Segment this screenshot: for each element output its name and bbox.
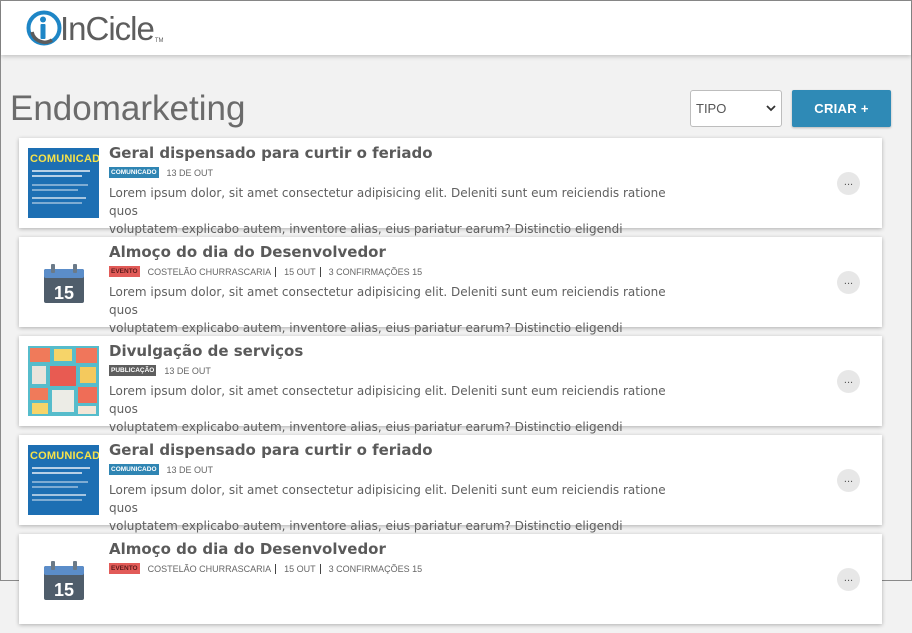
event-confirmations: 3 CONFIRMAÇÕES 15: [328, 563, 423, 574]
logo-wordmark: InCicle: [60, 10, 155, 47]
page-title: Endomarketing: [10, 89, 246, 128]
post-title[interactable]: Almoço do dia do Desenvolvedor: [109, 243, 386, 261]
post-title[interactable]: Divulgação de serviços: [109, 342, 303, 360]
post-date: 13 DE OUT: [166, 167, 214, 178]
more-options-button[interactable]: ...: [837, 271, 860, 294]
type-badge: EVENTO: [109, 563, 140, 574]
type-badge: EVENTO: [109, 266, 140, 277]
meta-separator: [275, 266, 277, 277]
description-line: Lorem ipsum dolor, sit amet consectetur …: [109, 285, 666, 317]
event-location: COSTELÃO CHURRASCARIA: [147, 266, 272, 277]
post-meta: COMUNICADO 13 DE OUT: [109, 464, 213, 475]
post-meta: PUBLICAÇÃO 13 DE OUT: [109, 365, 211, 376]
top-bar: InCicle TM: [1, 1, 911, 55]
post-card[interactable]: COMUNICADO Geral dispensado para curtir …: [19, 138, 882, 254]
post-meta: EVENTO COSTELÃO CHURRASCARIA 15 OUT 3 CO…: [109, 563, 422, 574]
post-card[interactable]: 15 Almoço do dia do Desenvolvedor EVENTO…: [19, 534, 882, 624]
calendar-thumbnail: 15: [28, 247, 99, 317]
services-collage-image: [28, 346, 99, 416]
post-card[interactable]: Divulgação de serviços PUBLICAÇÃO 13 DE …: [19, 336, 882, 452]
incicle-logo[interactable]: InCicle TM: [26, 10, 164, 48]
more-options-button[interactable]: ...: [837, 568, 860, 591]
post-date: 13 DE OUT: [166, 464, 214, 475]
post-feed: COMUNICADO Geral dispensado para curtir …: [19, 138, 882, 633]
calendar-icon: 15: [44, 264, 84, 303]
create-button[interactable]: CRIAR +: [792, 90, 891, 127]
thumbnail-title: COMUNICADO: [30, 450, 99, 462]
type-filter-value: TIPO: [696, 101, 727, 116]
meta-separator: [319, 266, 321, 277]
post-title[interactable]: Geral dispensado para curtir o feriado: [109, 144, 433, 162]
type-badge: COMUNICADO: [109, 464, 159, 475]
more-options-button[interactable]: ...: [837, 469, 860, 492]
calendar-day-number: 15: [54, 283, 74, 303]
logo-mark-icon: [26, 10, 62, 46]
post-date: 15 OUT: [284, 563, 316, 574]
post-card[interactable]: 15 Almoço do dia do Desenvolvedor EVENTO…: [19, 237, 882, 353]
post-date: 15 OUT: [284, 266, 316, 277]
post-meta: COMUNICADO 13 DE OUT: [109, 167, 213, 178]
comunicado-thumbnail: COMUNICADO: [28, 148, 99, 218]
thumbnail-title: COMUNICADO: [30, 153, 99, 165]
description-line: Lorem ipsum dolor, sit amet consectetur …: [109, 483, 666, 515]
comunicado-thumbnail: COMUNICADO: [28, 445, 99, 515]
event-location: COSTELÃO CHURRASCARIA: [147, 563, 272, 574]
post-title[interactable]: Geral dispensado para curtir o feriado: [109, 441, 433, 459]
type-filter-select[interactable]: TIPO: [690, 90, 782, 127]
description-line: Lorem ipsum dolor, sit amet consectetur …: [109, 384, 666, 416]
event-confirmations: 3 CONFIRMAÇÕES 15: [328, 266, 423, 277]
type-badge: COMUNICADO: [109, 167, 159, 178]
meta-separator: [319, 563, 321, 574]
type-badge: PUBLICAÇÃO: [109, 365, 157, 376]
calendar-day-number: 15: [54, 580, 74, 600]
calendar-thumbnail: 15: [28, 544, 99, 614]
post-title[interactable]: Almoço do dia do Desenvolvedor: [109, 540, 386, 558]
post-meta: EVENTO COSTELÃO CHURRASCARIA 15 OUT 3 CO…: [109, 266, 422, 277]
post-card[interactable]: COMUNICADO Geral dispensado para curtir …: [19, 435, 882, 551]
more-options-button[interactable]: ...: [837, 172, 860, 195]
post-date: 13 DE OUT: [164, 365, 211, 376]
chevron-down-icon: [766, 105, 776, 112]
more-options-button[interactable]: ...: [837, 370, 860, 393]
description-line: Lorem ipsum dolor, sit amet consectetur …: [109, 186, 666, 218]
logo-trademark: TM: [154, 38, 164, 44]
calendar-icon: 15: [44, 561, 84, 600]
publicacao-thumbnail: [28, 346, 99, 416]
meta-separator: [275, 563, 277, 574]
